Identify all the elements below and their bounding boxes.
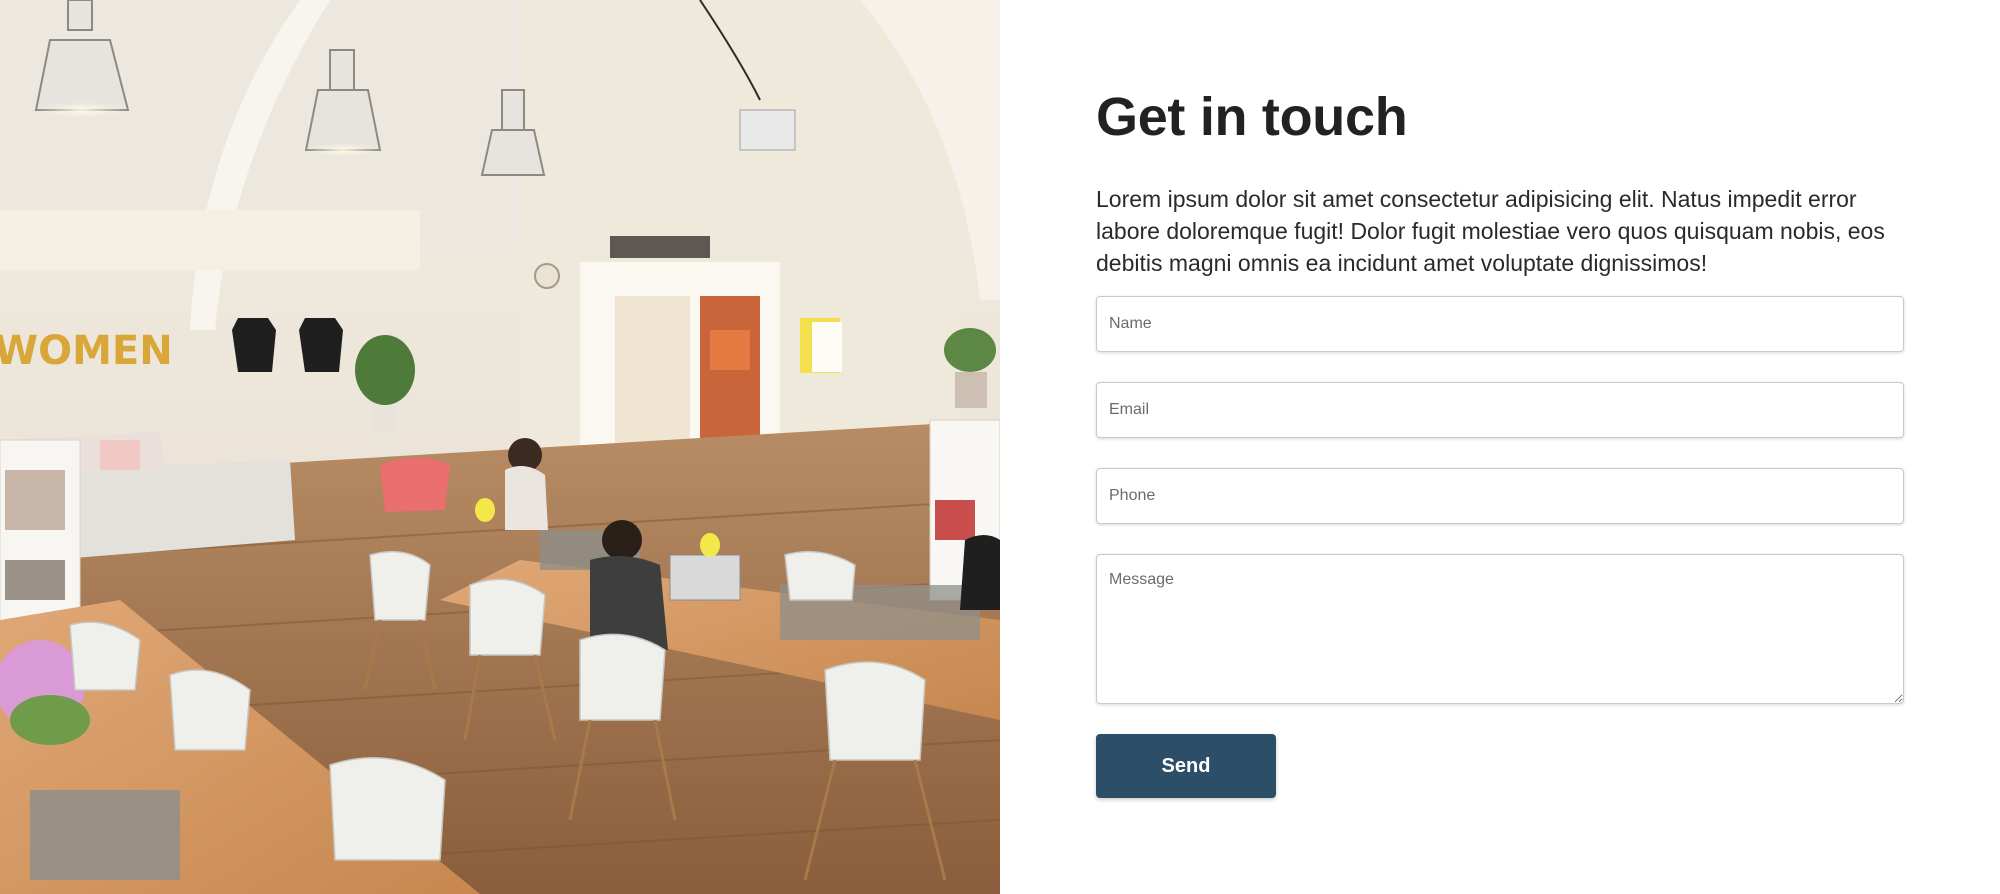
page-title: Get in touch [1096,87,1408,147]
intro-text: Lorem ipsum dolor sit amet consectetur a… [1096,186,1885,276]
name-input[interactable] [1096,296,1904,352]
send-button[interactable]: Send [1096,734,1276,798]
balloon-lettering: WOMEN [0,328,173,374]
office-photo: WOMEN [0,0,1000,894]
message-textarea[interactable] [1096,554,1904,704]
email-input[interactable] [1096,382,1904,438]
phone-input[interactable] [1096,468,1904,524]
